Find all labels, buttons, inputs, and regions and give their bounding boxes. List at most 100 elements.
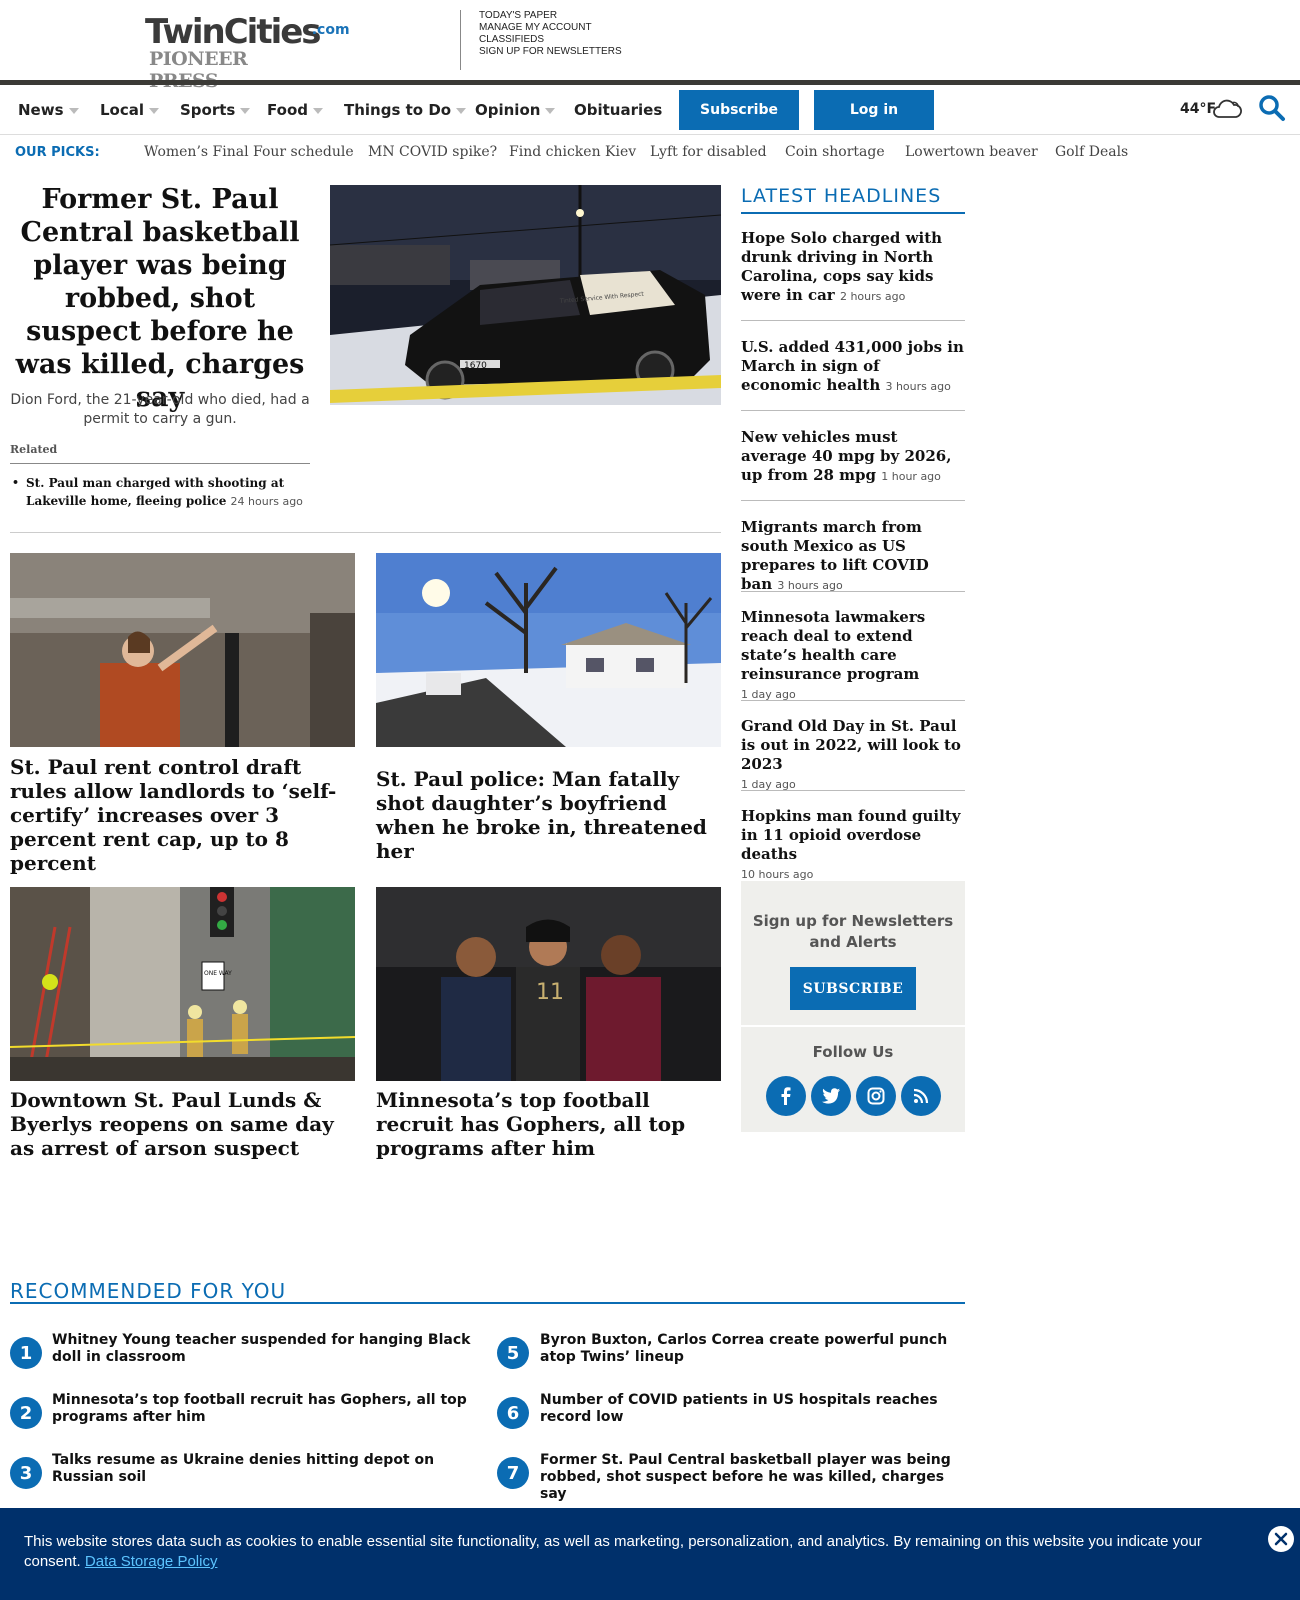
latest-item[interactable]: Minnesota lawmakers reach deal to extend… xyxy=(741,608,965,703)
cloud-icon[interactable] xyxy=(1212,97,1242,121)
latest-headlines-title: LATEST HEADLINES xyxy=(741,185,942,207)
rank-badge: 7 xyxy=(497,1457,529,1489)
latest-item-title[interactable]: Grand Old Day in St. Paul is out in 2022… xyxy=(741,717,961,773)
latest-item-title[interactable]: Hopkins man found guilty in 11 opioid ov… xyxy=(741,807,960,863)
newsletter-signup-link[interactable]: SIGN UP FOR NEWSLETTERS xyxy=(479,46,622,57)
logo-com: .com xyxy=(311,22,350,38)
latest-item-time: 1 hour ago xyxy=(881,470,941,483)
newsletter-title: Sign up for Newsletters and Alerts xyxy=(752,912,954,951)
weather-temperature[interactable]: 44°F xyxy=(1180,101,1216,117)
rank-badge: 5 xyxy=(497,1337,529,1369)
cookie-consent-banner: This website stores data such as cookies… xyxy=(0,1508,1300,1600)
svg-text:1670: 1670 xyxy=(464,361,487,371)
card-title-football-recruit[interactable]: Minnesota’s top football recruit has Gop… xyxy=(376,1088,721,1160)
facebook-icon[interactable] xyxy=(766,1076,806,1116)
recommended-rule xyxy=(10,1302,965,1304)
related-story-time: 24 hours ago xyxy=(230,495,303,508)
newsletter-signup-box: Sign up for Newsletters and Alerts SUBSC… xyxy=(741,881,965,1025)
todays-paper-link[interactable]: TODAY'S PAPER xyxy=(479,10,557,21)
close-icon[interactable] xyxy=(1268,1526,1294,1552)
recommended-item[interactable]: Former St. Paul Central basketball playe… xyxy=(540,1452,965,1503)
pick-link[interactable]: Find chicken Kiev xyxy=(509,144,636,160)
svg-text:11: 11 xyxy=(536,980,564,1005)
recommended-item[interactable]: Number of COVID patients in US hospitals… xyxy=(540,1392,965,1426)
card-title-police-shooting[interactable]: St. Paul police: Man fatally shot daught… xyxy=(376,767,721,863)
top-header: TwinCities.com PIONEER PRESS TODAY'S PAP… xyxy=(0,0,1300,92)
subscribe-button[interactable]: Subscribe xyxy=(679,90,799,130)
login-button[interactable]: Log in xyxy=(814,90,934,130)
latest-divider xyxy=(741,700,965,701)
latest-divider xyxy=(741,500,965,501)
related-label: Related xyxy=(10,443,58,456)
nav-sports[interactable]: Sports xyxy=(180,101,251,119)
nav-obituaries[interactable]: Obituaries xyxy=(574,101,662,119)
card-title-rent-control[interactable]: St. Paul rent control draft rules allow … xyxy=(10,755,355,875)
newsletter-subscribe-button[interactable]: SUBSCRIBE xyxy=(790,967,916,1010)
pick-link[interactable]: Lyft for disabled xyxy=(650,144,767,160)
rank-badge: 1 xyxy=(10,1337,42,1369)
latest-item[interactable]: Grand Old Day in St. Paul is out in 2022… xyxy=(741,717,965,793)
latest-item[interactable]: Migrants march from south Mexico as US p… xyxy=(741,518,965,594)
latest-item-time: 10 hours ago xyxy=(741,868,814,881)
recommended-item[interactable]: Talks resume as Ukraine denies hitting d… xyxy=(52,1452,477,1486)
latest-item[interactable]: Hope Solo charged with drunk driving in … xyxy=(741,229,965,305)
lead-headline[interactable]: Former St. Paul Central basketball playe… xyxy=(10,183,310,414)
nav-local[interactable]: Local xyxy=(100,101,160,119)
our-picks-label: OUR PICKS: xyxy=(15,145,100,160)
latest-item[interactable]: Hopkins man found guilty in 11 opioid ov… xyxy=(741,807,965,883)
chevron-down-icon xyxy=(313,107,323,114)
nav-opinion[interactable]: Opinion xyxy=(475,101,556,119)
one-way-sign: ONE WAY xyxy=(204,970,232,977)
nav-news[interactable]: News xyxy=(18,101,79,119)
search-icon[interactable] xyxy=(1258,94,1286,122)
recommended-item[interactable]: Minnesota’s top football recruit has Gop… xyxy=(52,1392,477,1426)
chevron-down-icon xyxy=(545,107,556,114)
pick-link[interactable]: Lowertown beaver xyxy=(905,144,1038,160)
latest-item-time: 3 hours ago xyxy=(885,380,951,393)
pick-link[interactable]: MN COVID spike? xyxy=(368,144,497,160)
chevron-down-icon xyxy=(456,107,467,114)
chevron-down-icon xyxy=(240,107,251,114)
main-nav: News Local Sports Food Things to Do Opin… xyxy=(0,85,1300,135)
card-title-lunds-byerlys[interactable]: Downtown St. Paul Lunds & Byerlys reopen… xyxy=(10,1088,355,1160)
data-storage-policy-link[interactable]: Data Storage Policy xyxy=(85,1553,218,1570)
site-logo[interactable]: TwinCities.com PIONEER PRESS xyxy=(145,12,350,92)
card-image-football-recruit[interactable]: 11 xyxy=(376,887,721,1081)
latest-item-title[interactable]: Minnesota lawmakers reach deal to extend… xyxy=(741,608,925,683)
rank-badge: 3 xyxy=(10,1457,42,1489)
rss-icon[interactable] xyxy=(901,1076,941,1116)
classifieds-link[interactable]: CLASSIFIEDS xyxy=(479,34,544,45)
nav-food[interactable]: Food xyxy=(267,101,323,119)
latest-item[interactable]: U.S. added 431,000 jobs in March in sign… xyxy=(741,338,965,395)
chevron-down-icon xyxy=(68,107,79,114)
recommended-title: RECOMMENDED FOR YOU xyxy=(10,1279,287,1303)
recommended-item[interactable]: Byron Buxton, Carlos Correa create power… xyxy=(540,1332,965,1366)
our-picks-bar: OUR PICKS: Women’s Final Four schedule M… xyxy=(0,136,1300,170)
latest-divider xyxy=(741,320,965,321)
instagram-icon[interactable] xyxy=(856,1076,896,1116)
recommended-item[interactable]: Whitney Young teacher suspended for hang… xyxy=(52,1332,477,1366)
cookie-message: This website stores data such as cookies… xyxy=(24,1532,1254,1572)
card-image-house-snow[interactable] xyxy=(376,553,721,747)
latest-divider xyxy=(741,410,965,411)
nav-things-to-do[interactable]: Things to Do xyxy=(344,101,467,119)
pick-link[interactable]: Golf Deals xyxy=(1055,144,1128,160)
pick-link[interactable]: Coin shortage xyxy=(785,144,885,160)
logo-wordmark: TwinCities .com xyxy=(145,12,350,52)
latest-divider xyxy=(741,591,965,592)
chevron-down-icon xyxy=(149,107,160,114)
card-image-lunds-fire[interactable]: ONE WAY xyxy=(10,887,355,1081)
section-divider xyxy=(10,532,721,533)
twitter-icon[interactable] xyxy=(811,1076,851,1116)
manage-account-link[interactable]: MANAGE MY ACCOUNT xyxy=(479,22,592,33)
related-divider xyxy=(10,463,310,464)
related-story[interactable]: St. Paul man charged with shooting at La… xyxy=(10,474,310,510)
pick-link[interactable]: Women’s Final Four schedule xyxy=(144,144,354,160)
card-image-rent-control[interactable] xyxy=(10,553,355,747)
latest-item-time: 2 hours ago xyxy=(839,290,906,303)
header-utility-links: TODAY'S PAPER MANAGE MY ACCOUNT CLASSIFI… xyxy=(479,10,622,58)
lead-image-police-car[interactable]: 1670 Tinted Service With Respect xyxy=(330,185,721,405)
header-divider xyxy=(460,10,461,70)
latest-divider xyxy=(741,790,965,791)
latest-item[interactable]: New vehicles must average 40 mpg by 2026… xyxy=(741,428,965,485)
